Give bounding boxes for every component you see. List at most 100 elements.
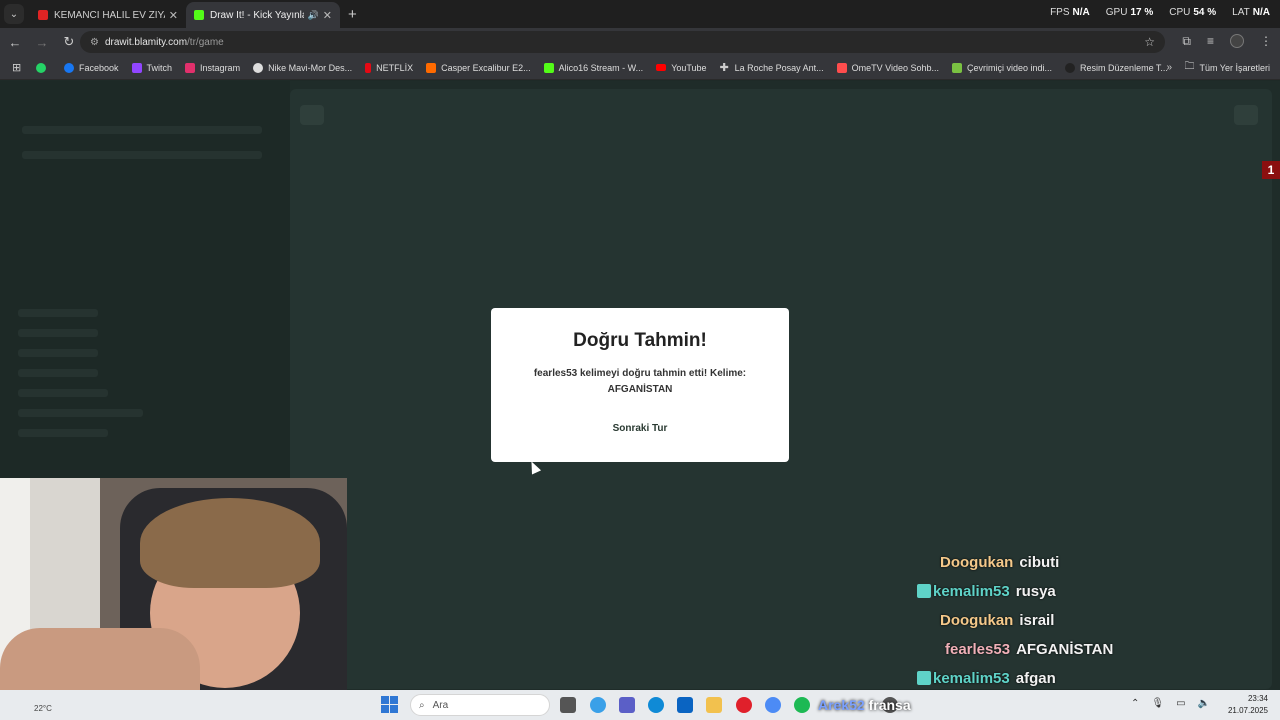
opera-icon[interactable]: [736, 697, 752, 713]
bookmark-casper[interactable]: Casper Excalibur E2...: [426, 62, 531, 73]
chat-message: kemalim53 afgan: [917, 668, 1056, 688]
bookmarks-overflow-icon[interactable]: »: [1166, 62, 1172, 73]
bookmark-download[interactable]: Çevrimiçi video indi...: [952, 62, 1052, 73]
canvas-tool-button[interactable]: [300, 105, 324, 125]
plus-icon: ✚: [719, 61, 729, 74]
outlook-icon[interactable]: [677, 697, 693, 713]
edge-icon[interactable]: [648, 697, 664, 713]
chat-username: kemalim53: [933, 669, 1010, 687]
notification-badge: 1: [1262, 161, 1280, 179]
tab-0[interactable]: KEMANCI HALİL EV ZİYARETİ VE ✕: [30, 2, 186, 28]
tab-1[interactable]: Draw It! - Kick Yayınları İçin 🔊 ✕: [186, 2, 340, 28]
chat-username: Doogukan: [940, 553, 1014, 571]
chat-message: Doogukan cibuti: [940, 552, 1059, 572]
chat-text: rusya: [1015, 582, 1056, 600]
bookmark-laroche[interactable]: ✚ La Roche Posay Ant...: [719, 61, 824, 74]
bookmark-instagram[interactable]: Instagram: [185, 62, 240, 73]
file-explorer-icon[interactable]: [706, 697, 722, 713]
system-tray: ⌃ 🎙 ▭ 🔈: [1131, 698, 1210, 709]
subscriber-badge-icon: [917, 671, 931, 685]
bookmark-star-icon[interactable]: ☆: [1144, 35, 1155, 49]
all-bookmarks-button[interactable]: 🗀 Tüm Yer İşaretleri: [1184, 59, 1270, 76]
overlay-prefix: Arek52: [818, 697, 865, 713]
site-info-icon[interactable]: ⚙: [90, 37, 99, 48]
bookmark-resim[interactable]: Resim Düzenleme T...: [1065, 62, 1168, 73]
network-icon[interactable]: ▭: [1176, 698, 1185, 709]
microphone-icon[interactable]: 🎙: [1151, 698, 1164, 709]
chat-text: afgan: [1015, 669, 1056, 687]
bookmark-ometv[interactable]: OmeTV Video Sohb...: [836, 62, 939, 73]
apps-grid-icon[interactable]: ⊞: [12, 61, 24, 74]
speaker-icon[interactable]: 🔊: [308, 10, 319, 21]
menu-icon[interactable]: ⋮: [1260, 34, 1272, 49]
profile-avatar[interactable]: [1230, 34, 1244, 48]
chrome-icon[interactable]: [765, 697, 781, 713]
kick-icon: [194, 10, 204, 20]
image-icon: [1065, 62, 1076, 73]
whatsapp-icon: [36, 62, 46, 73]
clock[interactable]: 23:34 21.07.2025: [1228, 693, 1268, 717]
youtube-icon: [38, 10, 48, 20]
folder-icon: 🗀: [1184, 61, 1195, 72]
toolbar-actions: ⧉ ≡ ⋮: [1182, 34, 1272, 49]
sidebar-item: [18, 349, 98, 357]
instagram-icon: [185, 62, 196, 73]
sidebar-item: [18, 309, 98, 317]
windows-taskbar: 22°C ⌕ Ara ⌃ 🎙 ▭ 🔈 23:34 21.07.2025: [0, 690, 1280, 720]
webcam-feed: [0, 478, 347, 702]
performance-overlay: FPS N/A GPU 17 % CPU 54 % LAT N/A: [1050, 7, 1270, 18]
ometv-icon: [836, 62, 847, 73]
forward-button[interactable]: →: [30, 35, 54, 50]
tab-title: KEMANCI HALİL EV ZİYARETİ VE: [54, 9, 165, 21]
bookmark-nike[interactable]: Nike Mavi-Mor Des...: [253, 62, 352, 73]
lat-value: N/A: [1252, 7, 1270, 18]
close-icon[interactable]: ✕: [323, 9, 332, 22]
search-icon: ⌕: [419, 699, 425, 711]
teams-icon[interactable]: [619, 697, 635, 713]
bookmark-youtube[interactable]: YouTube: [656, 63, 707, 73]
search-placeholder: Ara: [432, 699, 449, 711]
twitch-icon: [131, 62, 142, 73]
next-round-button[interactable]: Sonraki Tur: [613, 423, 668, 434]
bookmark-netflix[interactable]: NETFLİX: [365, 62, 413, 73]
overlay-word: fransa: [868, 697, 911, 713]
sidebar-item: [22, 126, 262, 134]
weather-temperature[interactable]: 22°C: [34, 704, 52, 713]
bookmark-kick[interactable]: Alico16 Stream - W...: [543, 62, 643, 73]
kick-icon: [543, 62, 554, 73]
taskbar-search[interactable]: ⌕ Ara: [410, 694, 550, 716]
sidebar-item: [18, 429, 108, 437]
clock-time: 23:34: [1247, 694, 1268, 703]
chat-text: israil: [1019, 611, 1055, 629]
new-tab-button[interactable]: +: [348, 6, 357, 23]
chat-message: kemalim53 rusya: [917, 581, 1056, 601]
download-icon: [952, 62, 963, 73]
dialog-title: Doğru Tahmin!: [573, 330, 707, 351]
copilot-icon[interactable]: [590, 697, 606, 713]
lat-label: LAT: [1232, 7, 1250, 18]
extensions-icon[interactable]: ⧉: [1182, 34, 1191, 49]
task-view-icon[interactable]: [560, 697, 576, 713]
gpu-value: 17 %: [1130, 7, 1154, 18]
tab-search-icon[interactable]: ⌄: [4, 4, 24, 24]
bookmark-facebook[interactable]: Facebook: [64, 62, 119, 73]
address-bar[interactable]: ⚙ drawit.blamity.com/tr/game ☆: [80, 31, 1165, 53]
browser-toolbar: ← → ↻ ⚙ drawit.blamity.com/tr/game ☆ ⧉ ≡…: [0, 28, 1280, 56]
fps-label: FPS: [1050, 7, 1070, 18]
chat-message: fearles53 AFGANİSTAN: [945, 639, 1113, 659]
start-button[interactable]: [381, 696, 398, 713]
sidebar-item: [18, 409, 143, 417]
back-button[interactable]: ←: [3, 35, 27, 50]
bookmark-twitch[interactable]: Twitch: [131, 62, 172, 73]
bookmark-whatsapp[interactable]: [36, 62, 51, 73]
chevron-up-icon[interactable]: ⌃: [1131, 698, 1139, 709]
close-icon[interactable]: ✕: [169, 9, 178, 22]
facebook-icon: [64, 62, 74, 73]
fps-value: N/A: [1072, 7, 1090, 18]
reload-button[interactable]: ↻: [57, 34, 81, 50]
spotify-icon[interactable]: [794, 697, 810, 713]
media-icon[interactable]: ≡: [1207, 34, 1214, 49]
volume-icon[interactable]: 🔈: [1198, 698, 1210, 709]
canvas-tool-button[interactable]: [1234, 105, 1258, 125]
chat-username: fearles53: [945, 640, 1011, 658]
